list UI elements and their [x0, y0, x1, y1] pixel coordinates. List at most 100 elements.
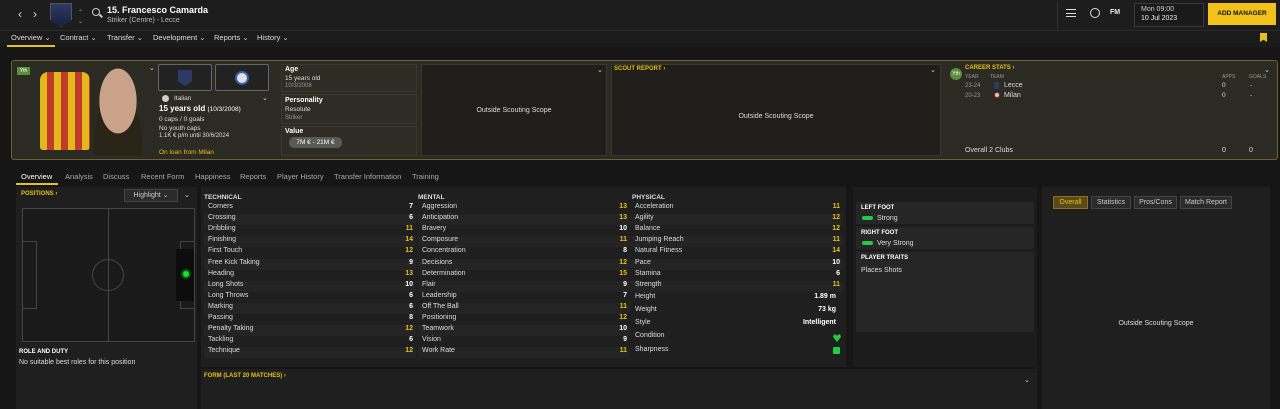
nationality-chevron-icon[interactable]: ⌄ — [262, 94, 268, 102]
attr-name: Long Shots — [208, 280, 244, 288]
mental-attr-row[interactable]: Determination 15 — [418, 269, 630, 281]
football-icon[interactable] — [1090, 8, 1100, 18]
caps: 0 caps / 0 goals — [159, 116, 205, 123]
attr-value: 11 — [832, 236, 840, 244]
mental-attr-row[interactable]: Anticipation 13 — [418, 214, 630, 226]
technical-attr-row[interactable]: First Touch 12 — [204, 247, 416, 259]
mental-attr-row[interactable]: Flair 9 — [418, 280, 630, 292]
career-chevron-icon[interactable]: ⌄ — [1264, 66, 1270, 74]
technical-attr-row[interactable]: Technique 12 — [204, 347, 416, 359]
technical-attr-row[interactable]: Corners 7 — [204, 203, 416, 214]
mental-attr-row[interactable]: Decisions 12 — [418, 258, 630, 270]
back-arrow-icon[interactable]: ‹ — [18, 7, 22, 21]
physical-attr-row[interactable]: Strength 11 — [631, 280, 843, 292]
physical-attr-row[interactable]: Jumping Reach 11 — [631, 236, 843, 248]
attr-value: 13 — [405, 269, 413, 277]
physical-attr-row[interactable]: Stamina 6 — [631, 269, 843, 281]
positions-label[interactable]: POSITIONS › — [21, 191, 57, 197]
fm-logo[interactable]: FM — [1110, 9, 1120, 16]
career-goals-header: GOALS — [1249, 74, 1267, 80]
technical-attr-row[interactable]: Marking 6 — [204, 302, 416, 314]
technical-attr-row[interactable]: Heading 13 — [204, 269, 416, 281]
tab-training[interactable]: Training — [412, 172, 439, 181]
club-chevron-up-icon[interactable]: ⌃ — [78, 9, 83, 16]
extra-name: Style — [635, 319, 651, 327]
technical-attr-row[interactable]: Penalty Taking 12 — [204, 325, 416, 337]
tab-discuss[interactable]: Discuss — [103, 172, 129, 181]
tab-recent-form[interactable]: Recent Form — [141, 172, 184, 181]
nav-active-indicator — [7, 45, 55, 47]
tab-right-statistics[interactable]: Statistics — [1091, 196, 1131, 209]
scout-report-panel — [611, 64, 941, 156]
technical-attr-row[interactable]: Long Shots 10 — [204, 280, 416, 292]
mental-attr-row[interactable]: Bravery 10 — [418, 225, 630, 237]
attr-value: 8 — [623, 247, 627, 255]
scout-report-chevron-icon[interactable]: ⌄ — [930, 66, 936, 74]
nav-overview[interactable]: Overview ⌄ — [11, 33, 51, 42]
physical-attr-row[interactable]: Agility 12 — [631, 214, 843, 226]
left-foot-label: LEFT FOOT — [861, 205, 895, 211]
tab-right-match-report[interactable]: Match Report — [1180, 196, 1232, 209]
tab-happiness[interactable]: Happiness — [195, 172, 230, 181]
attr-value: 13 — [619, 203, 627, 210]
nav-transfer[interactable]: Transfer ⌄ — [107, 33, 143, 42]
mental-attr-row[interactable]: Concentration 8 — [418, 247, 630, 259]
technical-attr-row[interactable]: Dribbling 11 — [204, 225, 416, 237]
nav-contract[interactable]: Contract ⌄ — [60, 33, 97, 42]
highlight-dropdown[interactable]: Highlight ⌄ — [124, 189, 178, 202]
add-manager-button[interactable]: ADD MANAGER — [1208, 3, 1276, 25]
scout-panel-1-chevron-icon[interactable]: ⌄ — [597, 66, 603, 74]
scout-report-label[interactable]: SCOUT REPORT › — [614, 66, 665, 72]
nav-development[interactable]: Development ⌄ — [153, 33, 206, 42]
positions-chevron-icon[interactable]: ⌄ — [184, 191, 190, 199]
attr-name: Determination — [422, 269, 466, 277]
forward-arrow-icon[interactable]: › — [33, 7, 37, 21]
tab-reports[interactable]: Reports — [240, 172, 266, 181]
loan-status[interactable]: On loan from Milan — [159, 149, 214, 156]
mental-attr-row[interactable]: Leadership 7 — [418, 291, 630, 303]
date-day: Mon 09:00 — [1141, 6, 1175, 13]
mental-attr-row[interactable]: Composure 11 — [418, 236, 630, 248]
career-row-2-team[interactable]: Milan — [1004, 92, 1021, 99]
nav-reports[interactable]: Reports ⌄ — [214, 33, 249, 42]
technical-attr-row[interactable]: Crossing 6 — [204, 214, 416, 226]
nav-history[interactable]: History ⌄ — [257, 33, 289, 42]
career-stats-label[interactable]: CAREER STATS › — [965, 65, 1014, 71]
mental-attr-row[interactable]: Off The Ball 11 — [418, 302, 630, 314]
technical-attr-row[interactable]: Long Throws 6 — [204, 291, 416, 303]
position-marker[interactable] — [181, 269, 191, 279]
mental-attr-row[interactable]: Teamwork 10 — [418, 325, 630, 337]
portrait-chevron-icon[interactable]: ⌄ — [149, 64, 155, 72]
mental-attr-row[interactable]: Aggression 13 — [418, 203, 630, 214]
tab-analysis[interactable]: Analysis — [65, 172, 93, 181]
search-icon[interactable] — [92, 8, 100, 16]
loan-club-badge-box[interactable] — [215, 64, 269, 91]
tab-transfer-information[interactable]: Transfer Information — [334, 172, 401, 181]
tab-right-overall[interactable]: Overall — [1053, 196, 1088, 209]
club-chevron-down-icon[interactable]: ⌄ — [78, 18, 83, 25]
mental-attr-row[interactable]: Vision 9 — [418, 336, 630, 348]
technical-attr-row[interactable]: Passing 8 — [204, 314, 416, 325]
player-face — [87, 65, 149, 155]
career-row-1-team[interactable]: Lecce — [1004, 82, 1023, 89]
tab-player-history[interactable]: Player History — [277, 172, 324, 181]
technical-attr-row[interactable]: Free Kick Taking 9 — [204, 258, 416, 270]
tab-overview[interactable]: Overview — [21, 172, 52, 181]
attr-value: 11 — [405, 225, 413, 233]
form-label[interactable]: FORM (LAST 20 MATCHES) › — [204, 373, 286, 379]
technical-attr-row[interactable]: Tackling 6 — [204, 336, 416, 348]
physical-attr-row[interactable]: Natural Fitness 14 — [631, 247, 843, 259]
attr-name: Composure — [422, 236, 459, 244]
right-outside-scope: Outside Scouting Scope — [1118, 320, 1194, 327]
physical-attr-row[interactable]: Balance 12 — [631, 225, 843, 237]
tab-right-pros-cons[interactable]: Pros/Cons — [1134, 196, 1177, 209]
mental-attr-row[interactable]: Work Rate 11 — [418, 347, 630, 359]
club-badge-box[interactable] — [158, 64, 212, 91]
mental-attr-row[interactable]: Positioning 12 — [418, 314, 630, 325]
physical-attr-row[interactable]: Acceleration 11 — [631, 203, 843, 214]
youth-tag: Yth — [17, 67, 30, 75]
technical-attr-row[interactable]: Finishing 14 — [204, 236, 416, 248]
menu-icon[interactable] — [1066, 9, 1076, 17]
form-chevron-icon[interactable]: ⌄ — [1024, 376, 1030, 384]
physical-attr-row[interactable]: Pace 10 — [631, 258, 843, 270]
